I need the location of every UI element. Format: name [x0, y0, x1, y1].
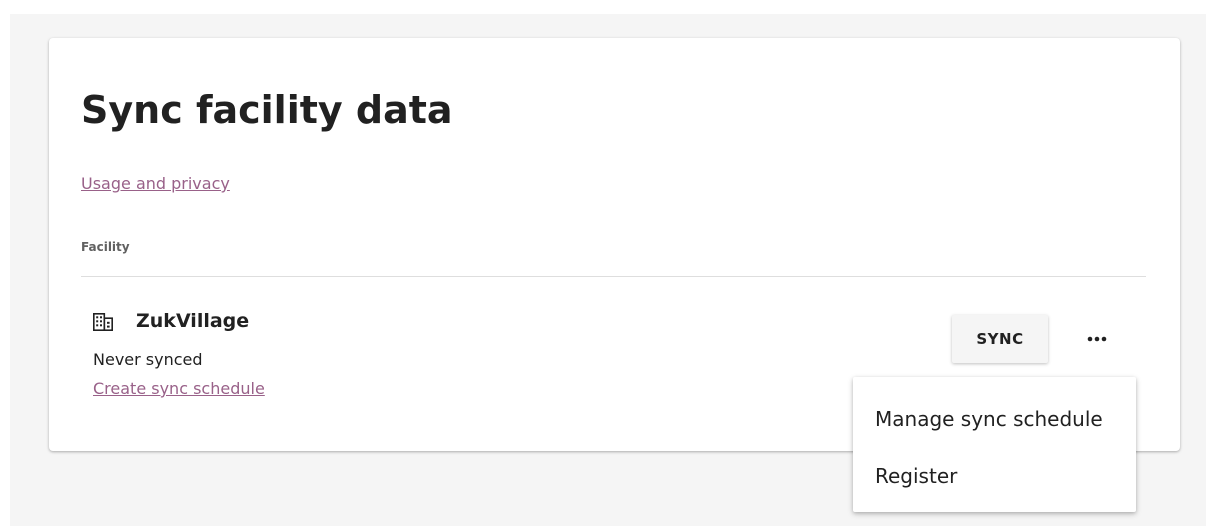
more-horizontal-icon [1087, 336, 1107, 342]
menu-item-register[interactable]: Register [875, 462, 957, 490]
facility-building-icon [93, 313, 113, 331]
table-header-divider [81, 276, 1146, 277]
sync-button[interactable]: SYNC [952, 315, 1048, 363]
options-dropdown-menu: Manage sync schedule Register [853, 377, 1136, 512]
page-title: Sync facility data [81, 88, 453, 132]
sync-status-text: Never synced [93, 350, 203, 369]
more-options-button[interactable] [1076, 318, 1118, 360]
usage-and-privacy-link[interactable]: Usage and privacy [81, 173, 230, 195]
menu-item-manage-sync-schedule[interactable]: Manage sync schedule [875, 405, 1103, 433]
facility-column-header: Facility [81, 240, 130, 254]
create-sync-schedule-link[interactable]: Create sync schedule [93, 378, 265, 400]
facility-name: ZukVillage [136, 310, 250, 332]
